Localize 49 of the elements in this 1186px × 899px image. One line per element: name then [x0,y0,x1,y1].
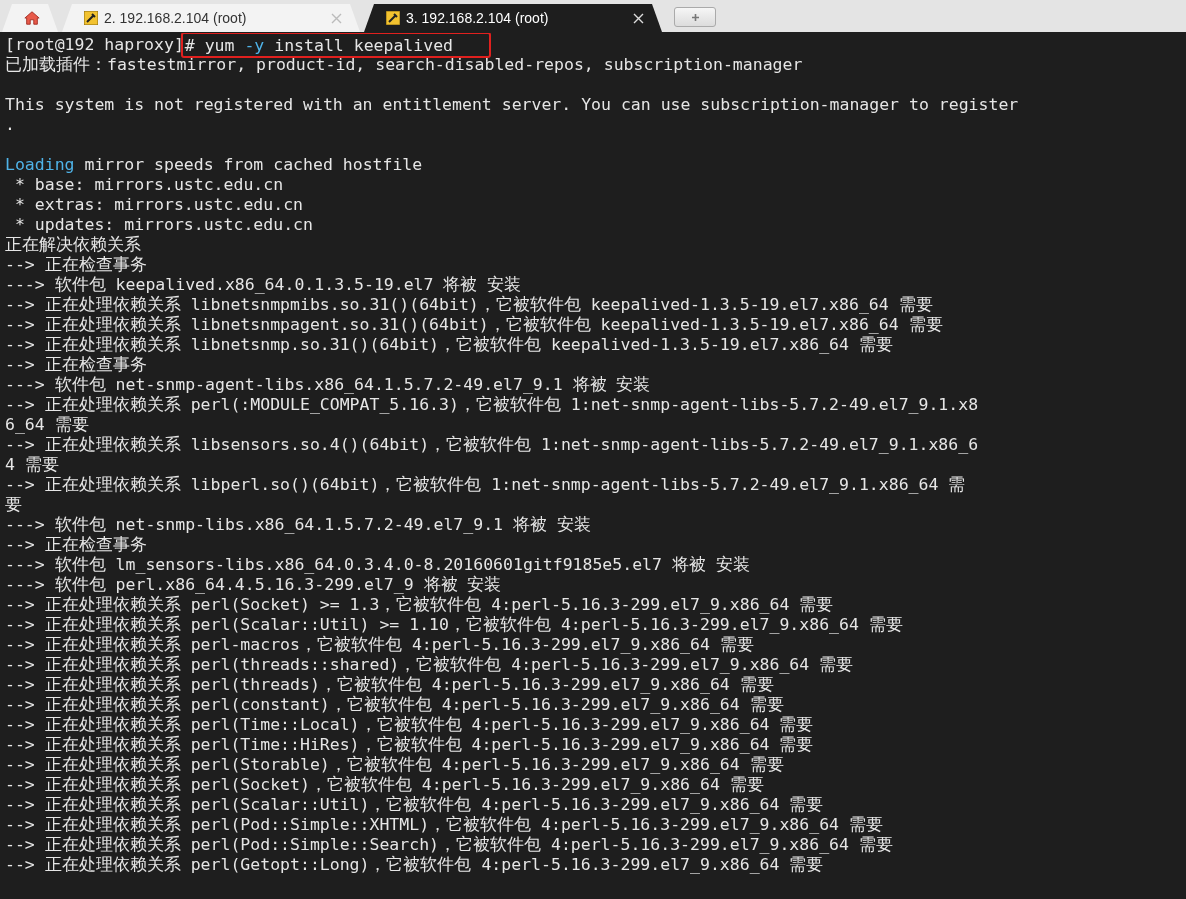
terminal-line: ---> 软件包 keepalived.x86_64.0.1.3.5-19.el7 将被 安装 [5,275,522,294]
terminal-line: --> 正在处理依赖关系 perl(Storable)，它被软件包 4:perl-5.16.3-299.el7_9.x86_64 需要 [5,755,784,774]
terminal-line: * extras: mirrors.ustc.edu.cn [13,195,303,214]
terminal-line: --> 正在处理依赖关系 perl(constant)，它被软件包 4:perl-5.16.3-299.el7_9.x86_64 需要 [5,695,784,714]
terminal-line: * updates: mirrors.ustc.edu.cn [13,215,313,234]
terminal-line: --> 正在处理依赖关系 perl(Pod::Simple::Search)，它被软件包 4:perl-5.16.3-299.el7_9.x86_64 需要 [5,835,893,854]
terminal-line: --> 正在处理依赖关系 perl(threads)，它被软件包 4:perl-5.16.3-299.el7_9.x86_64 需要 [5,675,774,694]
home-icon [24,10,40,26]
terminal-line: 4 需要 [5,455,59,474]
terminal-line: --> 正在处理依赖关系 perl(:MODULE_COMPAT_5.16.3)，它被软件包 1:net-snmp-agent-libs-5.7.2-49.el7_9.1.x8 [5,395,979,414]
close-icon[interactable] [633,12,644,24]
terminal-line: --> 正在处理依赖关系 libnetsnmpmibs.so.31()(64bit)，它被软件包 keepalived-1.3.5-19.el7.x86_64 需要 [5,295,933,314]
terminal-line: Loading mirror speeds from cached hostfile [5,155,423,174]
terminal-line: --> 正在处理依赖关系 perl-macros，它被软件包 4:perl-5.16.3-299.el7_9.x86_64 需要 [5,635,754,654]
terminal-line: This system is not registered with an entitlement server. You can use subscription-manager to register [5,95,1019,114]
terminal-line: . [5,115,15,134]
terminal-line: --> 正在处理依赖关系 perl(Scalar::Util) >= 1.10，它被软件包 4:perl-5.16.3-299.el7_9.x86_64 需要 [5,615,903,634]
new-tab-button[interactable] [674,7,716,27]
terminal-line: 6_64 需要 [5,415,89,434]
tab-label: 3. 192.168.2.104 (root) [406,10,550,26]
terminal-line: ---> 软件包 lm_sensors-libs.x86_64.0.3.4.0-8.20160601gitf9185e5.el7 将被 安装 [5,555,750,574]
terminal-line: --> 正在处理依赖关系 perl(Socket)，它被软件包 4:perl-5.16.3-299.el7_9.x86_64 需要 [5,775,764,794]
terminal-line: 正在解决依赖关系 [5,235,141,254]
terminal-line: --> 正在处理依赖关系 libnetsnmpagent.so.31()(64bit)，它被软件包 keepalived-1.3.5-19.el7.x86_64 需要 [5,315,943,334]
terminal-line: ---> 软件包 perl.x86_64.4.5.16.3-299.el7_9 将被 安装 [5,575,502,594]
terminal-line: * base: mirrors.ustc.edu.cn [13,175,284,194]
terminal-line: --> 正在处理依赖关系 perl(Socket) >= 1.3，它被软件包 4:perl-5.16.3-299.el7_9.x86_64 需要 [5,595,834,614]
key-icon [386,11,400,25]
session-tab[interactable]: 2. 192.168.2.104 (root) [62,4,360,32]
terminal-line: --> 正在处理依赖关系 libperl.so()(64bit)，它被软件包 1:net-snmp-agent-libs-5.7.2-49.el7_9.1.x86_64 需 [5,475,966,494]
terminal-line: --> 正在处理依赖关系 libnetsnmp.so.31()(64bit)，它被软件包 keepalived-1.3.5-19.el7.x86_64 需要 [5,335,893,354]
terminal-line: --> 正在处理依赖关系 perl(Time::Local)，它被软件包 4:perl-5.16.3-299.el7_9.x86_64 需要 [5,715,814,734]
plus-icon [690,12,700,22]
terminal-line: --> 正在处理依赖关系 perl(threads::shared)，它被软件包 4:perl-5.16.3-299.el7_9.x86_64 需要 [5,655,854,674]
terminal-line: --> 正在检查事务 [5,255,147,274]
terminal-line: --> 正在检查事务 [5,355,147,374]
terminal-line: --> 正在处理依赖关系 perl(Time::HiRes)，它被软件包 4:perl-5.16.3-299.el7_9.x86_64 需要 [5,735,814,754]
session-tab[interactable]: 3. 192.168.2.104 (root) [364,4,662,32]
terminal-line: 已加载插件：fastestmirror, product-id, search-disabled-repos, subscription-manager [5,55,803,74]
terminal-line: ---> 软件包 net-snmp-agent-libs.x86_64.1.5.7.2-49.el7_9.1 将被 安装 [5,375,651,394]
key-icon [84,11,98,25]
terminal-line: --> 正在处理依赖关系 perl(Getopt::Long)，它被软件包 4:perl-5.16.3-299.el7_9.x86_64 需要 [5,855,824,874]
terminal-line: --> 正在处理依赖关系 perl(Pod::Simple::XHTML)，它被软件包 4:perl-5.16.3-299.el7_9.x86_64 需要 [5,815,883,834]
tab-label: 2. 192.168.2.104 (root) [104,10,248,26]
terminal-line: ---> 软件包 net-snmp-libs.x86_64.1.5.7.2-49.el7_9.1 将被 安装 [5,515,591,534]
terminal-line: 要 [5,495,22,514]
terminal-line: --> 正在检查事务 [5,535,147,554]
terminal-line: --> 正在处理依赖关系 libsensors.so.4()(64bit)，它被软件包 1:net-snmp-agent-libs-5.7.2-49.el7_9.1.x86_6 [5,435,979,454]
terminal-line: --> 正在处理依赖关系 perl(Scalar::Util)，它被软件包 4:perl-5.16.3-299.el7_9.x86_64 需要 [5,795,824,814]
